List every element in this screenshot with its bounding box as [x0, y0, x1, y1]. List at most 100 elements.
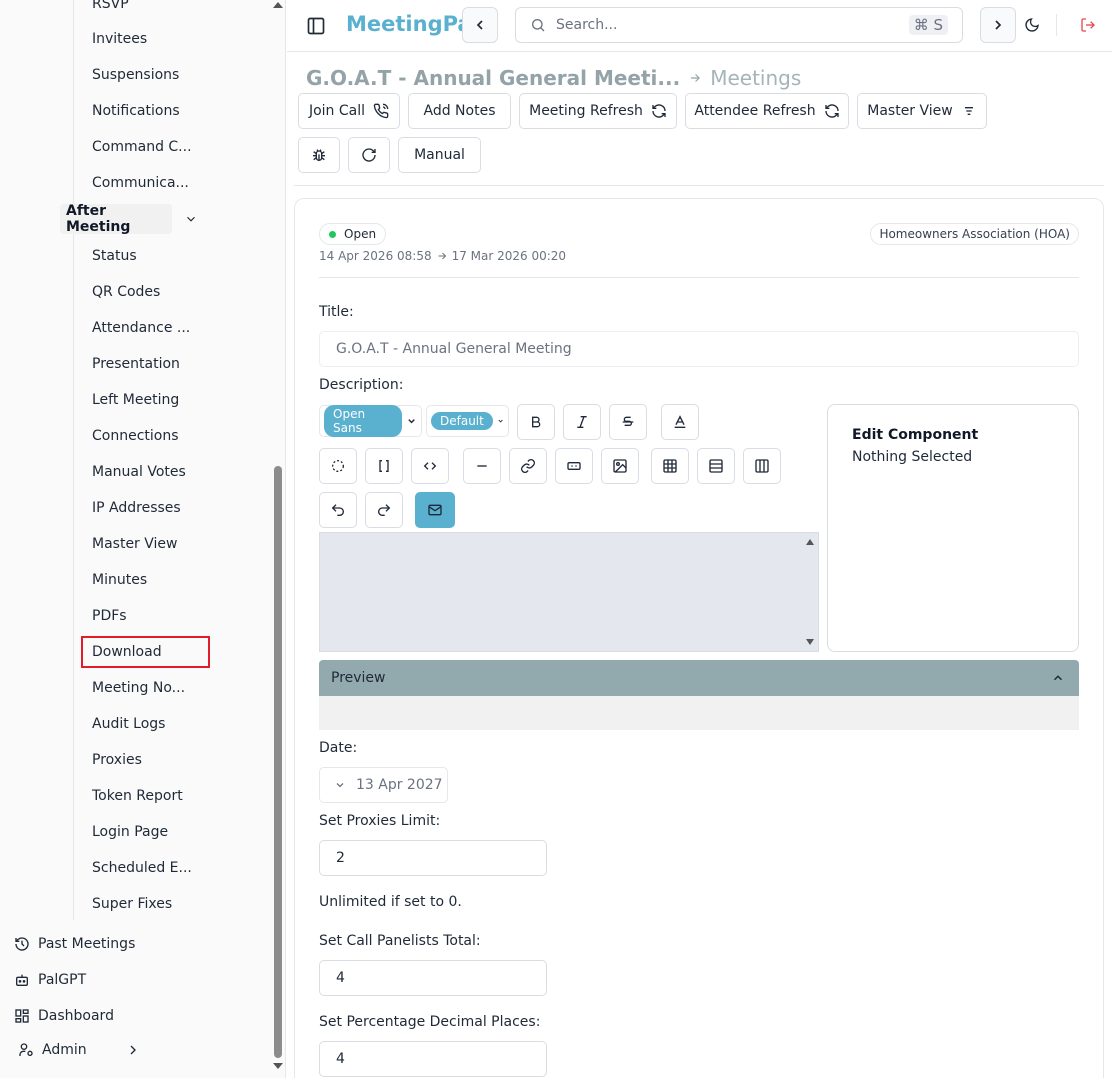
preview-label: Preview — [331, 670, 386, 686]
breadcrumb-meetings[interactable]: Meetings — [710, 66, 801, 90]
sidebar-item-communications[interactable]: Communica... — [92, 174, 189, 192]
scrollbar-up-arrow[interactable] — [273, 2, 283, 8]
link-button[interactable] — [509, 448, 547, 484]
strikethrough-button[interactable] — [609, 404, 647, 440]
sidebar-item-login-page[interactable]: Login Page — [92, 823, 168, 841]
sidebar-item-scheduled-emails[interactable]: Scheduled E... — [92, 859, 192, 877]
sidebar-item-token-report[interactable]: Token Report — [92, 787, 183, 805]
table-button[interactable] — [651, 448, 689, 484]
search-placeholder: Search... — [556, 17, 618, 33]
chevron-left-icon — [476, 20, 483, 30]
sidebar-item-attendance[interactable]: Attendance ... — [92, 319, 190, 337]
redo-button[interactable] — [365, 492, 403, 528]
sidebar-item-admin[interactable]: Admin — [18, 1042, 141, 1058]
arrow-right-icon — [691, 74, 701, 82]
sidebar-item-manual-votes[interactable]: Manual Votes — [92, 463, 186, 481]
scrollbar-down-arrow[interactable] — [273, 1063, 283, 1069]
bold-button[interactable] — [517, 404, 555, 440]
master-view-button[interactable]: Master View — [857, 93, 987, 129]
sidebar-item-presentation[interactable]: Presentation — [92, 355, 180, 373]
sidebar-item-minutes[interactable]: Minutes — [92, 571, 147, 589]
sidebar-item-rsvp[interactable]: RSVP — [92, 0, 129, 13]
rows-button[interactable] — [697, 448, 735, 484]
lasso-select-button[interactable] — [319, 448, 357, 484]
attendee-refresh-button[interactable]: Attendee Refresh — [685, 93, 849, 129]
sidebar-item-master-view[interactable]: Master View — [92, 535, 177, 553]
date-picker[interactable]: 13 Apr 2027 — [319, 767, 448, 803]
title-label: Title: — [319, 304, 354, 320]
sidebar-scrollbar-thumb[interactable] — [274, 466, 282, 1058]
table-icon — [663, 459, 677, 473]
sidebar-item-suspensions[interactable]: Suspensions — [92, 66, 179, 84]
sidebar-item-past-meetings[interactable]: Past Meetings — [14, 936, 135, 952]
columns-button[interactable] — [743, 448, 781, 484]
sidebar-item-status[interactable]: Status — [92, 247, 137, 265]
edit-component-title: Edit Component — [852, 427, 979, 443]
join-call-button[interactable]: Join Call — [298, 93, 400, 129]
horizontal-rule-button[interactable] — [463, 448, 501, 484]
font-size-value: Default — [431, 412, 493, 430]
sidebar-group-label: After Meeting — [66, 203, 131, 235]
text-color-button[interactable] — [661, 404, 699, 440]
sidebar-item-super-fixes[interactable]: Super Fixes — [92, 895, 172, 913]
refresh-icon — [652, 104, 666, 118]
button-label: Join Call — [308, 103, 366, 119]
rows-icon — [709, 459, 723, 473]
sidebar-item-dashboard[interactable]: Dashboard — [14, 1008, 114, 1024]
sidebar-group-after-meeting[interactable]: After Meeting — [60, 203, 172, 235]
refresh-icon — [824, 104, 839, 118]
italic-icon — [577, 416, 587, 428]
font-size-select[interactable]: Default — [426, 405, 509, 437]
sidebar-item-connections[interactable]: Connections — [92, 427, 179, 445]
sidebar-item-palgpt[interactable]: PalGPT — [14, 972, 86, 988]
sidebar-item-audit-logs[interactable]: Audit Logs — [92, 715, 165, 733]
decimal-places-field[interactable]: 4 — [319, 1041, 547, 1077]
meeting-refresh-button[interactable]: Meeting Refresh — [519, 93, 677, 129]
email-mode-button[interactable] — [415, 492, 455, 528]
forward-button[interactable] — [980, 7, 1016, 43]
bold-icon — [532, 416, 541, 428]
brackets-button[interactable] — [365, 448, 403, 484]
download-highlight-box — [81, 636, 210, 668]
list-filter-icon — [964, 107, 973, 115]
undo-button[interactable] — [319, 492, 357, 528]
chevron-right-icon — [130, 1045, 136, 1055]
description-editor[interactable] — [319, 532, 819, 652]
italic-button[interactable] — [563, 404, 601, 440]
edit-component-empty: Nothing Selected — [852, 449, 973, 465]
preview-accordion[interactable]: Preview — [319, 660, 1079, 696]
sidebar-item-ip-addresses[interactable]: IP Addresses — [92, 499, 181, 517]
sidebar-item-proxies[interactable]: Proxies — [92, 751, 142, 769]
chevron-down-icon[interactable] — [184, 212, 198, 226]
image-button[interactable] — [601, 448, 639, 484]
debug-button[interactable] — [298, 137, 340, 173]
chevron-down-icon — [498, 419, 503, 423]
search-input[interactable]: Search... ⌘ S — [515, 7, 963, 43]
sidebar-toggle-icon[interactable] — [305, 15, 327, 37]
sidebar-item-command-center[interactable]: Command C... — [92, 138, 192, 156]
editor-scroll-down[interactable] — [806, 639, 814, 645]
button-element-button[interactable] — [555, 448, 593, 484]
sidebar-item-pdfs[interactable]: PDFs — [92, 607, 127, 625]
reload-button[interactable] — [348, 137, 390, 173]
proxies-limit-field[interactable]: 2 — [319, 840, 547, 876]
title-field[interactable]: G.O.A.T - Annual General Meeting — [319, 331, 1079, 367]
panelists-total-field[interactable]: 4 — [319, 960, 547, 996]
logout-icon[interactable] — [1078, 15, 1098, 35]
add-notes-button[interactable]: Add Notes — [408, 93, 511, 129]
brand-logo[interactable]: MeetingPal — [346, 12, 479, 36]
manual-button[interactable]: Manual — [398, 137, 481, 173]
sidebar-item-left-meeting[interactable]: Left Meeting — [92, 391, 179, 409]
font-family-select[interactable]: Open Sans — [319, 405, 422, 437]
date-value: 13 Apr 2027 — [356, 777, 443, 793]
back-button[interactable] — [462, 7, 498, 43]
card-divider — [319, 277, 1079, 278]
code-button[interactable] — [411, 448, 449, 484]
sidebar-item-qr-codes[interactable]: QR Codes — [92, 283, 160, 301]
sidebar-item-notifications[interactable]: Notifications — [92, 102, 180, 120]
sidebar-item-meeting-notes[interactable]: Meeting No... — [92, 679, 185, 697]
sidebar-item-invitees[interactable]: Invitees — [92, 30, 147, 48]
editor-scroll-up[interactable] — [806, 539, 814, 545]
moon-icon[interactable] — [1022, 15, 1042, 35]
rectangle-button-icon — [567, 462, 581, 470]
